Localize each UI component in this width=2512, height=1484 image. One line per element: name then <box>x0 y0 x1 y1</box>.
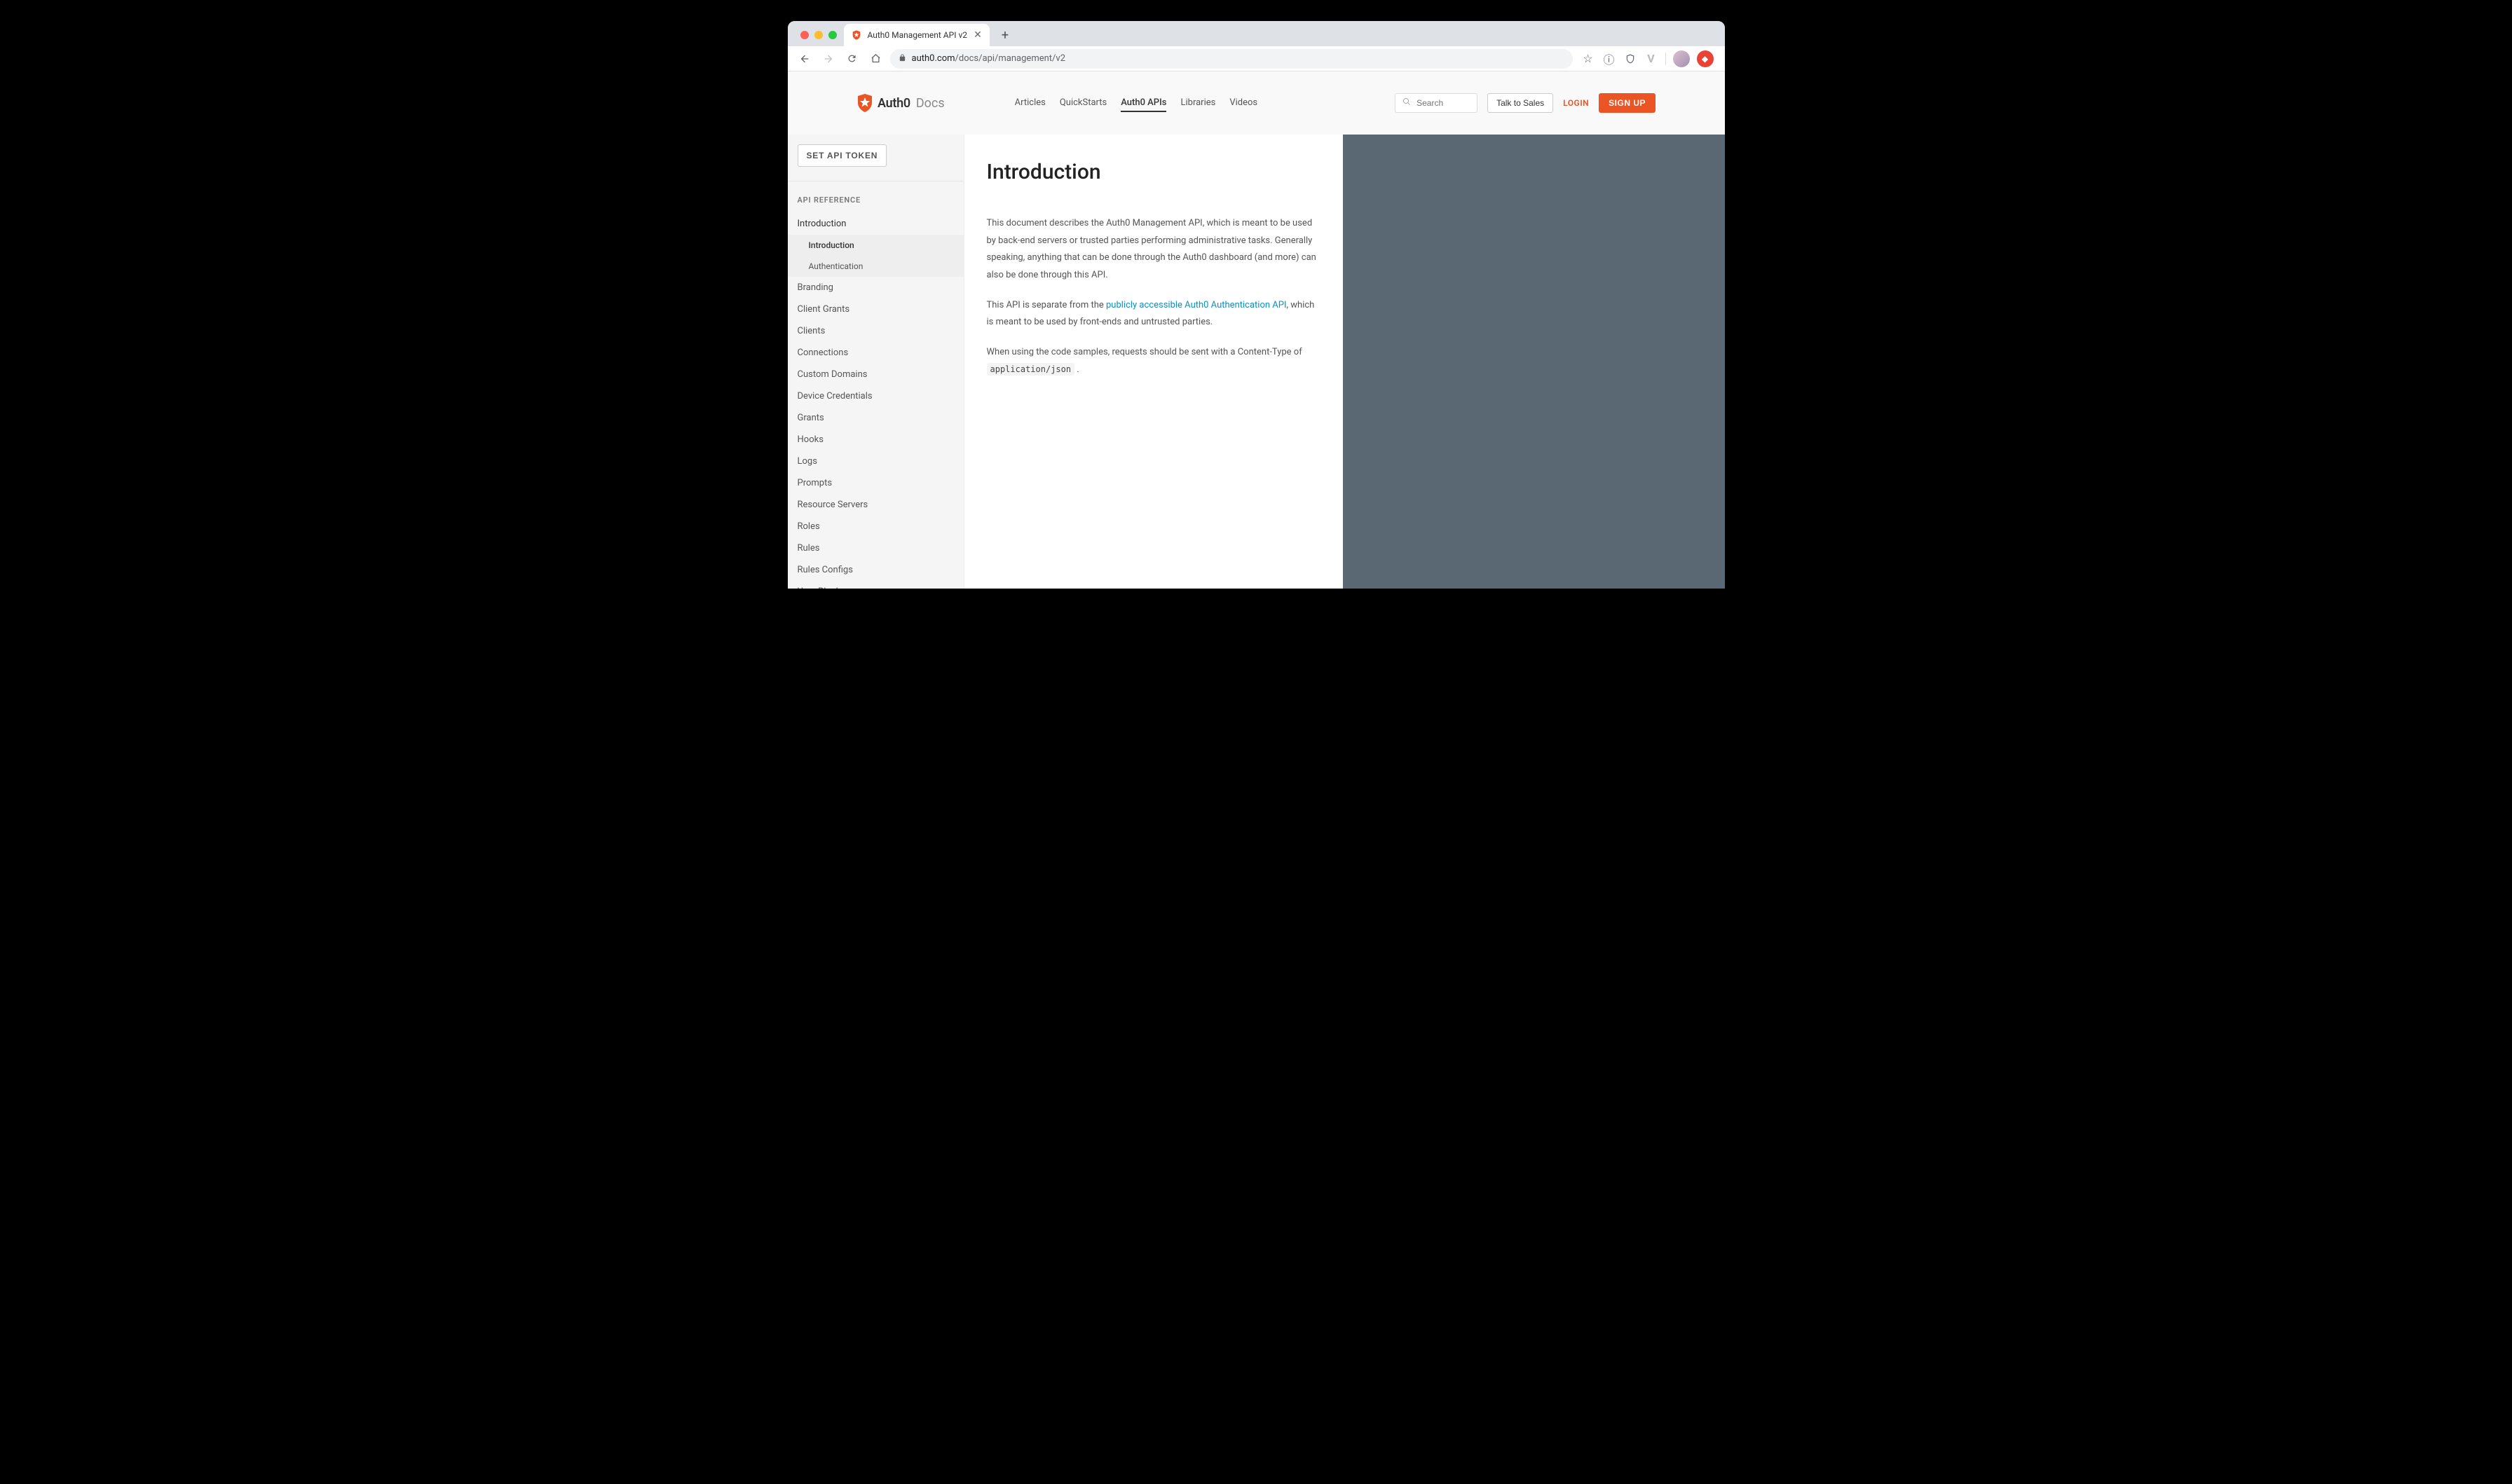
browser-window: Auth0 Management API v2 ✕ + auth0.com/do… <box>788 21 1725 589</box>
profile-avatar[interactable] <box>1673 50 1690 67</box>
sidebar-item-client-grants[interactable]: Client Grants <box>788 298 964 320</box>
info-icon[interactable]: ⓘ <box>1602 52 1616 66</box>
set-api-token-button[interactable]: SET API TOKEN <box>798 144 887 167</box>
sidebar-item-branding[interactable]: Branding <box>788 277 964 298</box>
paragraph-1: This document describes the Auth0 Manage… <box>987 215 1320 284</box>
maximize-window-button[interactable] <box>828 31 837 39</box>
sidebar-item-connections[interactable]: Connections <box>788 342 964 364</box>
logo-area[interactable]: Auth0 Docs <box>856 94 945 112</box>
address-bar: auth0.com/docs/api/management/v2 ☆ ⓘ V ◆ <box>788 46 1725 71</box>
content-type-code: application/json <box>987 363 1075 376</box>
sidebar-item-grants[interactable]: Grants <box>788 407 964 429</box>
sidebar-sub-authentication[interactable]: Authentication <box>788 256 964 277</box>
brand-text: Auth0 <box>878 96 910 111</box>
reload-button[interactable] <box>842 49 862 69</box>
auth0-logo-icon <box>856 94 873 112</box>
sidebar-item-logs[interactable]: Logs <box>788 451 964 472</box>
shield-icon[interactable] <box>1623 52 1637 66</box>
sidebar-item-custom-domains[interactable]: Custom Domains <box>788 364 964 385</box>
authentication-api-link[interactable]: publicly accessible Auth0 Authentication… <box>1106 300 1287 310</box>
api-reference-heading: API REFERENCE <box>788 191 964 213</box>
star-icon[interactable]: ☆ <box>1581 52 1595 66</box>
back-button[interactable] <box>795 49 814 69</box>
sidebar-item-rules-configs[interactable]: Rules Configs <box>788 559 964 581</box>
new-tab-button[interactable]: + <box>995 25 1015 45</box>
search-icon <box>1402 97 1411 109</box>
minimize-window-button[interactable] <box>814 31 823 39</box>
tab-bar: Auth0 Management API v2 ✕ + <box>788 21 1725 46</box>
lock-icon <box>899 54 906 64</box>
page-title: Introduction <box>987 160 1320 184</box>
docs-label: Docs <box>916 96 945 111</box>
talk-to-sales-button[interactable]: Talk to Sales <box>1487 93 1553 113</box>
page-content: Auth0 Docs Articles QuickStarts Auth0 AP… <box>788 71 1725 589</box>
sidebar-item-hooks[interactable]: Hooks <box>788 429 964 451</box>
nav-auth0-apis[interactable]: Auth0 APIs <box>1121 95 1166 112</box>
main-area: SET API TOKEN API REFERENCE Introduction… <box>788 135 1725 589</box>
close-tab-icon[interactable]: ✕ <box>973 30 983 40</box>
sidebar-item-clients[interactable]: Clients <box>788 320 964 342</box>
code-panel <box>1343 135 1725 589</box>
window-controls <box>793 31 844 46</box>
nav-libraries[interactable]: Libraries <box>1180 95 1215 112</box>
signup-button[interactable]: SIGN UP <box>1599 93 1656 113</box>
nav-videos[interactable]: Videos <box>1229 95 1257 112</box>
browser-tab[interactable]: Auth0 Management API v2 ✕ <box>844 24 990 46</box>
sidebar-item-roles[interactable]: Roles <box>788 516 964 537</box>
sidebar-item-user-blocks[interactable]: User Blocks <box>788 581 964 589</box>
v-extension-icon[interactable]: V <box>1644 52 1658 66</box>
forward-button[interactable] <box>819 49 838 69</box>
sidebar: SET API TOKEN API REFERENCE Introduction… <box>788 135 964 589</box>
tab-title: Auth0 Management API v2 <box>868 30 968 40</box>
search-box[interactable] <box>1395 93 1477 113</box>
search-input[interactable] <box>1417 98 1470 108</box>
nav-menu: Articles QuickStarts Auth0 APIs Librarie… <box>1015 95 1258 112</box>
url-text: auth0.com/docs/api/management/v2 <box>912 53 1066 64</box>
auth0-favicon-icon <box>851 29 862 41</box>
article: Introduction This document describes the… <box>964 135 1343 589</box>
separator <box>1665 53 1666 65</box>
close-window-button[interactable] <box>800 31 809 39</box>
sidebar-item-device-credentials[interactable]: Device Credentials <box>788 385 964 407</box>
sidebar-item-introduction[interactable]: Introduction <box>788 213 964 235</box>
extension-icon[interactable]: ◆ <box>1697 50 1714 67</box>
login-button[interactable]: LOGIN <box>1563 98 1589 108</box>
paragraph-2: This API is separate from the publicly a… <box>987 297 1320 331</box>
nav-quickstarts[interactable]: QuickStarts <box>1060 95 1107 112</box>
paragraph-3: When using the code samples, requests sh… <box>987 344 1320 378</box>
url-bar[interactable]: auth0.com/docs/api/management/v2 <box>890 49 1573 69</box>
sidebar-item-rules[interactable]: Rules <box>788 537 964 559</box>
sidebar-item-resource-servers[interactable]: Resource Servers <box>788 494 964 516</box>
page-header: Auth0 Docs Articles QuickStarts Auth0 AP… <box>788 71 1725 135</box>
toolbar-icons: ☆ ⓘ V ◆ <box>1577 50 1718 67</box>
nav-articles[interactable]: Articles <box>1015 95 1046 112</box>
sidebar-sub-introduction[interactable]: Introduction <box>788 235 964 256</box>
sidebar-item-prompts[interactable]: Prompts <box>788 472 964 494</box>
home-button[interactable] <box>866 49 886 69</box>
